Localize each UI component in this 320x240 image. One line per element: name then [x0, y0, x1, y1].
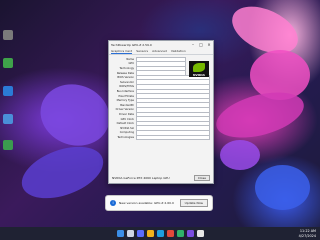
app-icon[interactable]: [186, 230, 194, 237]
close-button[interactable]: Close: [193, 175, 210, 181]
wallpaper-petal: [220, 140, 260, 170]
tab-advanced[interactable]: Advanced: [152, 49, 167, 53]
clock-time: 11:22 AM: [299, 229, 316, 233]
window-title: TechPowerUp GPU-Z 2.59.0: [111, 42, 152, 47]
task-view-icon[interactable]: [136, 230, 144, 237]
info-icon: i: [110, 200, 116, 206]
wallpaper-petal: [14, 136, 111, 209]
taskbar: 11:22 AM 4/27/2024: [0, 227, 320, 240]
row-label: Driver Version: [115, 108, 134, 112]
notification-message: New version available: GPU-Z 2.60.0: [119, 201, 174, 205]
row-value: [136, 134, 210, 141]
tab-validation[interactable]: Validation: [171, 49, 186, 53]
update-now-button[interactable]: Update Now: [179, 199, 208, 207]
desktop-icon[interactable]: [3, 140, 13, 150]
update-notification: i New version available: GPU-Z 2.60.0 Up…: [105, 195, 213, 211]
row-label: Subvendor: [119, 80, 134, 84]
desktop-icon[interactable]: [3, 30, 13, 40]
device-select[interactable]: NVIDIA GeForce RTX 4060 Laptop GPU: [112, 176, 170, 180]
tab-graphics-card[interactable]: Graphics Card: [111, 49, 133, 54]
taskbar-apps: [116, 230, 204, 237]
row-label: BIOS Version: [117, 76, 134, 80]
close-icon[interactable]: ×: [205, 42, 213, 47]
row-label: Pixel Fillrate: [118, 94, 134, 98]
row-label: NVIDIA SLI: [120, 126, 134, 130]
window-titlebar: TechPowerUp GPU-Z 2.59.0 – □ ×: [109, 41, 213, 48]
tab-sensors[interactable]: Sensors: [136, 49, 148, 53]
store-icon[interactable]: [166, 230, 174, 237]
info-row: Technologies: [112, 134, 210, 141]
clock-date: 4/27/2024: [298, 233, 316, 238]
edge-icon[interactable]: [156, 230, 164, 237]
row-label: ROPs/TMUs: [119, 85, 134, 89]
row-label: Computing: [119, 131, 134, 135]
start-icon[interactable]: [116, 230, 124, 237]
nvidia-logo: NVIDIA: [189, 61, 209, 77]
row-label: Driver Date: [118, 112, 134, 116]
system-tray-clock[interactable]: 11:22 AM 4/27/2024: [299, 229, 316, 238]
wallpaper-petal: [255, 165, 310, 210]
window-footer: NVIDIA GeForce RTX 4060 Laptop GPU Close: [112, 175, 210, 181]
nvidia-eye-icon: [193, 63, 205, 72]
row-label: Bus Interface: [116, 89, 134, 93]
gpuz-icon[interactable]: [196, 230, 204, 237]
file-explorer-icon[interactable]: [146, 230, 154, 237]
tab-bar: Graphics Card Sensors Advanced Validatio…: [109, 48, 213, 55]
app-icon[interactable]: [176, 230, 184, 237]
search-icon[interactable]: [126, 230, 134, 237]
row-label: Name: [126, 57, 134, 61]
gpuz-window: TechPowerUp GPU-Z 2.59.0 – □ × Graphics …: [108, 40, 214, 184]
desktop-icon[interactable]: [3, 58, 13, 68]
row-label: GPU: [128, 62, 134, 66]
wallpaper-petal: [31, 74, 119, 156]
desktop-icon[interactable]: [3, 86, 13, 96]
row-label: Bandwidth: [120, 103, 134, 107]
row-label: Default Clock: [116, 122, 134, 126]
maximize-icon[interactable]: □: [197, 42, 205, 47]
row-label: GPU Clock: [120, 117, 134, 121]
row-label: Technology: [119, 66, 134, 70]
row-label: Technologies: [117, 135, 134, 139]
info-panel: NVIDIA Name GPU Technology Release Date …: [109, 55, 213, 142]
nvidia-logo-text: NVIDIA: [193, 73, 205, 77]
row-label: Release Date: [116, 71, 134, 75]
desktop-icon[interactable]: [3, 114, 13, 124]
row-label: Memory Type: [116, 99, 134, 103]
minimize-icon[interactable]: –: [189, 42, 197, 47]
